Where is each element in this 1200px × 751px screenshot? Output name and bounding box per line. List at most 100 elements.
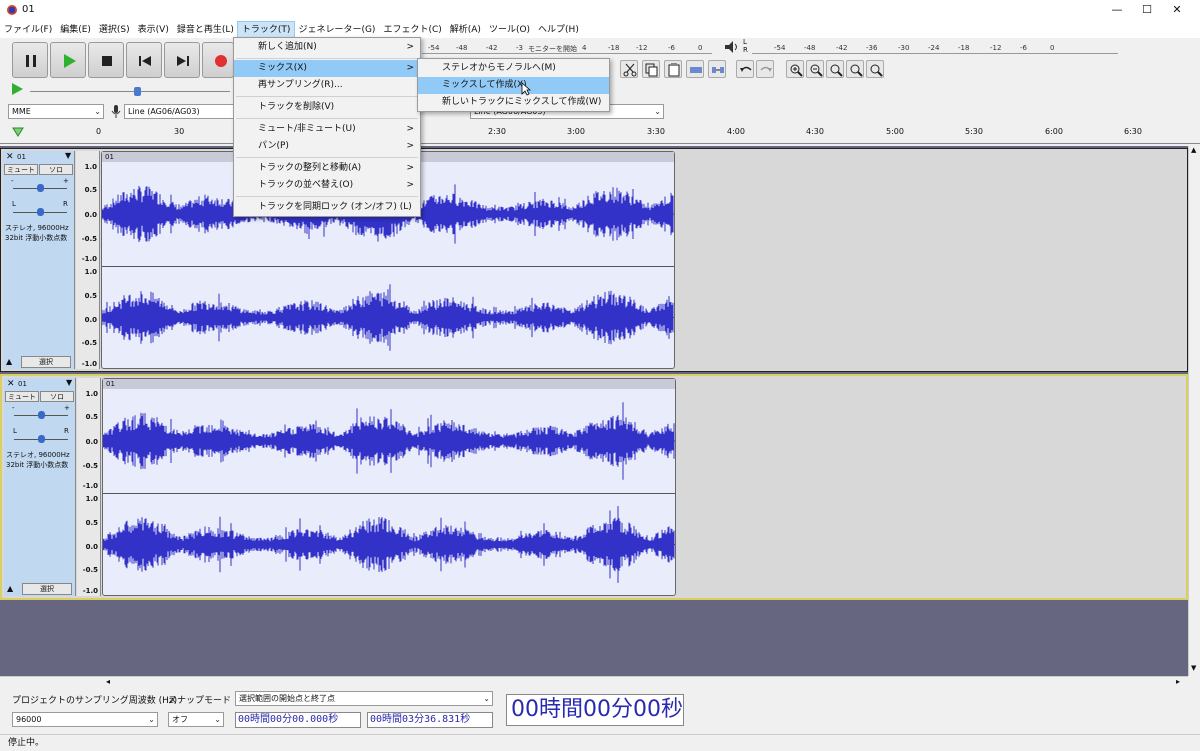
track-menu-arrow-icon[interactable]: ▼ bbox=[65, 151, 71, 160]
paste-button[interactable] bbox=[664, 60, 682, 78]
timeline-ruler[interactable]: 0 30 2:30 3:00 3:30 4:00 4:30 5:00 5:30 … bbox=[0, 122, 1200, 144]
menu-effect[interactable]: エフェクト(C) bbox=[379, 22, 445, 38]
collapse-track-icon[interactable]: ▲ bbox=[7, 584, 13, 593]
selection-type-select[interactable]: 選択範囲の開始点と終了点 ⌄ bbox=[235, 691, 493, 706]
menu-bar: ファイル(F) 編集(E) 選択(S) 表示(V) 録音と再生(L) トラック(… bbox=[0, 21, 1200, 39]
tracks-area[interactable]: ✕ 01 ▼ ミュート ソロ - + L R ステレオ, 96000Hz 32b… bbox=[0, 146, 1188, 676]
scroll-down-icon[interactable]: ▼ bbox=[1191, 664, 1196, 672]
solo-button[interactable]: ソロ bbox=[40, 391, 74, 402]
play-button[interactable] bbox=[50, 42, 86, 78]
skip-end-button[interactable] bbox=[164, 42, 200, 78]
solo-button[interactable]: ソロ bbox=[39, 164, 73, 175]
menu-help[interactable]: ヘルプ(H) bbox=[534, 22, 583, 38]
menu-item-sync-lock[interactable]: トラックを同期ロック (オン/オフ) (L) bbox=[234, 199, 420, 216]
close-button[interactable]: ✕ bbox=[1154, 0, 1200, 20]
zoom-toggle-button[interactable] bbox=[866, 60, 884, 78]
recording-device-value: Line (AG06/AG03) bbox=[128, 107, 200, 116]
recording-device-select[interactable]: Line (AG06/AG03) bbox=[124, 104, 236, 119]
status-bar: 停止中。 bbox=[0, 734, 1200, 751]
playback-meter[interactable]: -54 -48 -42 -36 -30 -24 -18 -12 -6 0 bbox=[752, 40, 1118, 54]
project-rate-select[interactable]: 96000 ⌄ bbox=[12, 712, 158, 727]
menu-file[interactable]: ファイル(F) bbox=[0, 22, 56, 38]
menu-view[interactable]: 表示(V) bbox=[134, 22, 173, 38]
horizontal-scrollbar[interactable]: ◂ ▸ bbox=[0, 676, 1188, 688]
menu-edit[interactable]: 編集(E) bbox=[56, 22, 95, 38]
pan-slider-thumb[interactable] bbox=[38, 435, 45, 443]
selection-end-time[interactable]: 00時間03分36.831秒 bbox=[367, 712, 493, 728]
pause-button[interactable] bbox=[12, 42, 48, 78]
menu-item-remove-tracks[interactable]: トラックを削除(V) bbox=[234, 99, 420, 116]
track-name-button[interactable]: 01 bbox=[18, 380, 27, 388]
menu-item-pan[interactable]: パン(P) > bbox=[234, 138, 420, 155]
play-speed-slider[interactable] bbox=[30, 91, 230, 92]
select-track-button[interactable]: 選択 bbox=[21, 356, 71, 368]
scroll-up-icon[interactable]: ▲ bbox=[1191, 146, 1196, 154]
fit-project-button[interactable] bbox=[846, 60, 864, 78]
menu-item-add-new[interactable]: 新しく追加(N) > bbox=[234, 39, 420, 56]
pan-slider-thumb[interactable] bbox=[37, 208, 44, 216]
menu-item-mix-to-new-track[interactable]: 新しいトラックにミックスして作成(W) bbox=[418, 94, 609, 111]
menu-tools[interactable]: ツール(O) bbox=[485, 22, 534, 38]
silence-button[interactable] bbox=[708, 60, 726, 78]
trim-button[interactable] bbox=[686, 60, 704, 78]
audio-clip[interactable]: 01 bbox=[102, 378, 676, 596]
play-at-speed-icon[interactable] bbox=[10, 82, 24, 96]
close-track-icon[interactable]: ✕ bbox=[6, 152, 14, 162]
menu-item-resample[interactable]: 再サンプリング(R)... bbox=[234, 77, 420, 94]
menu-tracks[interactable]: トラック(T) bbox=[236, 21, 296, 39]
record-button[interactable] bbox=[202, 42, 234, 78]
gain-slider-thumb[interactable] bbox=[38, 411, 45, 419]
audio-position-value: 00時間00分00秒 bbox=[511, 697, 683, 722]
menu-item-mix-and-render[interactable]: ミックスして作成(X) bbox=[418, 77, 609, 94]
fit-selection-button[interactable] bbox=[826, 60, 844, 78]
meter-tick: -48 bbox=[456, 44, 468, 52]
close-track-icon[interactable]: ✕ bbox=[7, 379, 15, 389]
monitor-start-label[interactable]: モニターを開始 bbox=[528, 44, 577, 54]
track-name-button[interactable]: 01 bbox=[17, 153, 26, 161]
scale-label: 0.0 bbox=[84, 316, 97, 324]
play-speed-thumb[interactable] bbox=[134, 87, 141, 96]
audio-track-2[interactable]: ✕ 01 ▼ ミュート ソロ - + L R ステレオ, 96000Hz 32b… bbox=[0, 374, 1188, 600]
menu-generate[interactable]: ジェネレーター(G) bbox=[294, 22, 379, 38]
menu-analyze[interactable]: 解析(A) bbox=[446, 22, 485, 38]
scroll-left-icon[interactable]: ◂ bbox=[106, 677, 110, 686]
zoom-out-button[interactable] bbox=[806, 60, 824, 78]
scale-label: -0.5 bbox=[82, 462, 98, 470]
audio-host-select[interactable]: MME ⌄ bbox=[8, 104, 104, 119]
menu-transport[interactable]: 録音と再生(L) bbox=[173, 22, 238, 38]
mute-button[interactable]: ミュート bbox=[4, 164, 38, 175]
skip-start-button[interactable] bbox=[126, 42, 162, 78]
title-bar: 01 — ☐ ✕ bbox=[0, 0, 1200, 22]
snap-mode-select[interactable]: オフ ⌄ bbox=[168, 712, 224, 727]
cut-button[interactable] bbox=[620, 60, 638, 78]
track-menu-arrow-icon[interactable]: ▼ bbox=[66, 378, 72, 387]
scale-label: 0.0 bbox=[85, 438, 98, 446]
menu-item-mute-unmute[interactable]: ミュート/非ミュート(U) > bbox=[234, 121, 420, 138]
undo-button[interactable] bbox=[736, 60, 754, 78]
scale-label: 0.5 bbox=[84, 292, 97, 300]
stop-button[interactable] bbox=[88, 42, 124, 78]
mute-button[interactable]: ミュート bbox=[5, 391, 39, 402]
menu-item-align[interactable]: トラックの整列と移動(A) > bbox=[234, 160, 420, 177]
menu-item-sort[interactable]: トラックの並べ替え(O) > bbox=[234, 177, 420, 194]
clip-name-bar[interactable]: 01 bbox=[103, 379, 675, 389]
audio-position-display[interactable]: 00時間00分00秒 bbox=[506, 694, 684, 726]
vertical-scrollbar[interactable]: ▲ ▼ bbox=[1188, 146, 1200, 676]
selection-start-time[interactable]: 00時間00分00.000秒 bbox=[235, 712, 361, 728]
audio-track-1[interactable]: ✕ 01 ▼ ミュート ソロ - + L R ステレオ, 96000Hz 32b… bbox=[0, 148, 1188, 372]
timeline-pin-icon[interactable] bbox=[12, 127, 24, 137]
waveform-right-channel bbox=[103, 506, 675, 583]
select-track-button[interactable]: 選択 bbox=[22, 583, 72, 595]
menu-item-stereo-to-mono[interactable]: ステレオからモノラルへ(M) bbox=[418, 60, 609, 77]
scroll-right-icon[interactable]: ▸ bbox=[1176, 677, 1180, 686]
gain-slider-thumb[interactable] bbox=[37, 184, 44, 192]
menu-item-mix[interactable]: ミックス(X) > bbox=[234, 60, 420, 77]
redo-button[interactable] bbox=[756, 60, 774, 78]
meter-tick: -42 bbox=[836, 44, 848, 52]
copy-button[interactable] bbox=[642, 60, 660, 78]
collapse-track-icon[interactable]: ▲ bbox=[6, 357, 12, 366]
scale-label: -1.0 bbox=[82, 482, 98, 490]
menu-select[interactable]: 選択(S) bbox=[95, 22, 134, 38]
record-meter[interactable]: -54 -48 -42 -3 モニターを開始 4 -18 -12 -6 0 bbox=[422, 40, 712, 54]
zoom-in-button[interactable] bbox=[786, 60, 804, 78]
